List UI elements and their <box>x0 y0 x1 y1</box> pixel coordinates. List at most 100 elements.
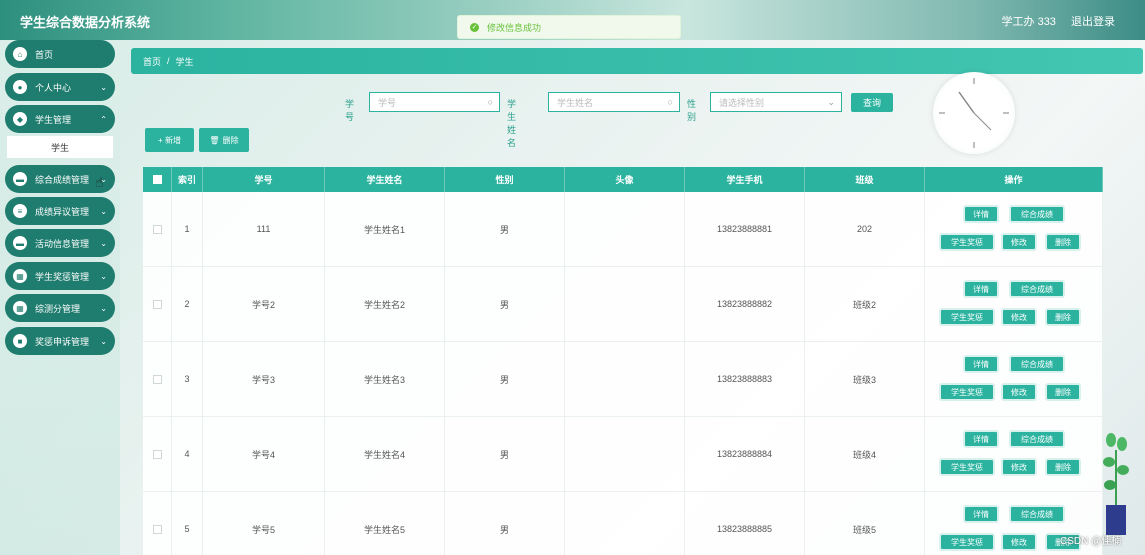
reward-button[interactable]: 学生奖惩 <box>939 458 995 476</box>
box-icon: ■ <box>13 334 27 348</box>
row-delete-button[interactable]: 删除 <box>1045 233 1081 251</box>
cell-index: 3 <box>172 342 203 417</box>
detail-button[interactable]: 详情 <box>963 430 999 448</box>
sidebar-item-label: 学生管理 <box>35 114 72 125</box>
location-icon: ◆ <box>13 112 27 126</box>
watermark: CSDN @佳楠 <box>1060 536 1122 547</box>
sidebar-item-label: 学生奖惩管理 <box>35 271 90 282</box>
student-name-placeholder: 学生姓名 <box>557 97 594 108</box>
edit-button[interactable]: 修改 <box>1001 533 1037 551</box>
query-button[interactable]: 查询 <box>851 93 893 112</box>
edit-button[interactable]: 修改 <box>1001 458 1037 476</box>
score-button[interactable]: 综合成绩 <box>1009 505 1065 523</box>
sidebar-item-students[interactable]: ◆ 学生管理 ⌃ <box>5 105 115 133</box>
user-area: 学工办 333 退出登录 <box>990 13 1115 29</box>
student-name-input[interactable]: 学生姓名 ○ <box>548 92 680 112</box>
chevron-down-icon: ⌄ <box>100 82 107 92</box>
gender-placeholder: 请选择性别 <box>719 97 765 108</box>
chevron-up-icon: ⌃ <box>100 114 107 124</box>
doc-icon: ▬ <box>13 172 27 186</box>
detail-button[interactable]: 详情 <box>963 205 999 223</box>
breadcrumb-home[interactable]: 首页 <box>143 55 161 68</box>
column-header-avatar: 头像 <box>565 167 685 192</box>
sidebar-item-label: 综合成绩管理 <box>35 174 90 185</box>
cell-actions: 详情 综合成绩 学生奖惩 修改 删除 <box>925 417 1103 492</box>
student-no-input[interactable]: 学号 ○ <box>369 92 500 112</box>
reward-button[interactable]: 学生奖惩 <box>939 308 995 326</box>
edit-button[interactable]: 修改 <box>1001 233 1037 251</box>
cell-phone: 13823888881 <box>685 192 805 267</box>
sidebar-item-home[interactable]: ⌂ 首页 <box>5 40 115 68</box>
sidebar-item-rewards[interactable]: ▦ 学生奖惩管理 ⌄ <box>5 262 115 290</box>
detail-button[interactable]: 详情 <box>963 505 999 523</box>
header-select-all[interactable] <box>143 167 172 192</box>
chevron-down-icon: ⌄ <box>100 336 107 346</box>
logout-link[interactable]: 退出登录 <box>1071 16 1115 28</box>
cell-avatar <box>565 342 685 417</box>
edit-button[interactable]: 修改 <box>1001 308 1037 326</box>
success-toast: ✓ 修改信息成功 <box>457 15 681 39</box>
cell-student-no: 学号4 <box>203 417 325 492</box>
row-checkbox-cell <box>143 417 172 492</box>
delete-button[interactable]: 🗑 删除 <box>199 128 249 152</box>
cell-student-no: 学号3 <box>203 342 325 417</box>
gender-select[interactable]: 请选择性别 ⌄ <box>710 92 842 112</box>
column-header-phone: 学生手机 <box>685 167 805 192</box>
row-checkbox[interactable] <box>152 449 162 459</box>
column-header-class: 班级 <box>805 167 925 192</box>
score-button[interactable]: 综合成绩 <box>1009 355 1065 373</box>
column-header-name: 学生姓名 <box>325 167 445 192</box>
row-delete-button[interactable]: 删除 <box>1045 383 1081 401</box>
score-button[interactable]: 综合成绩 <box>1009 430 1065 448</box>
detail-button[interactable]: 详情 <box>963 280 999 298</box>
cell-gender: 男 <box>445 492 565 555</box>
row-checkbox-cell <box>143 267 172 342</box>
sidebar-subitem-student[interactable]: 学生 <box>7 136 113 158</box>
chevron-down-icon: ⌄ <box>100 303 107 313</box>
sidebar-item-profile[interactable]: ● 个人中心 ⌄ <box>5 73 115 101</box>
sidebar-item-label: 综测分管理 <box>35 303 81 314</box>
row-checkbox[interactable] <box>152 524 162 534</box>
score-button[interactable]: 综合成绩 <box>1009 280 1065 298</box>
sidebar-item-activities[interactable]: ▬ 活动信息管理 ⌄ <box>5 229 115 257</box>
score-button[interactable]: 综合成绩 <box>1009 205 1065 223</box>
detail-button[interactable]: 详情 <box>963 355 999 373</box>
cell-student-no: 111 <box>203 192 325 267</box>
cell-name: 学生姓名1 <box>325 192 445 267</box>
mouse-cursor-icon: ☝ <box>95 174 104 190</box>
reward-button[interactable]: 学生奖惩 <box>939 533 995 551</box>
sidebar-item-appeals[interactable]: ■ 奖惩申诉管理 ⌄ <box>5 327 115 355</box>
sidebar-item-label: 成绩异议管理 <box>35 206 90 217</box>
row-checkbox[interactable] <box>152 299 162 309</box>
row-delete-button[interactable]: 删除 <box>1045 458 1081 476</box>
student-no-label: 学号 <box>345 99 355 122</box>
cell-phone: 13823888885 <box>685 492 805 555</box>
row-checkbox[interactable] <box>152 224 162 234</box>
cell-name: 学生姓名2 <box>325 267 445 342</box>
gender-label: 性别 <box>687 99 697 122</box>
cell-phone: 13823888883 <box>685 342 805 417</box>
reward-button[interactable]: 学生奖惩 <box>939 233 995 251</box>
row-checkbox[interactable] <box>152 374 162 384</box>
sidebar-item-evaluation[interactable]: ▦ 综测分管理 ⌄ <box>5 294 115 322</box>
select-all-checkbox[interactable] <box>152 175 162 184</box>
cell-index: 5 <box>172 492 203 555</box>
cell-avatar <box>565 417 685 492</box>
cell-gender: 男 <box>445 192 565 267</box>
cell-gender: 男 <box>445 417 565 492</box>
app-title: 学生综合数据分析系统 <box>20 15 151 30</box>
user-name: 学工办 333 <box>1001 16 1056 28</box>
row-delete-button[interactable]: 删除 <box>1045 308 1081 326</box>
cell-actions: 详情 综合成绩 学生奖惩 修改 删除 <box>925 267 1103 342</box>
add-button[interactable]: + 新增 <box>145 128 194 152</box>
breadcrumb: 首页 / 学生 <box>131 48 1143 74</box>
cell-index: 2 <box>172 267 203 342</box>
reward-button[interactable]: 学生奖惩 <box>939 383 995 401</box>
student-no-placeholder: 学号 <box>378 97 397 108</box>
row-checkbox-cell <box>143 192 172 267</box>
edit-button[interactable]: 修改 <box>1001 383 1037 401</box>
sidebar-item-label: 首页 <box>35 49 54 60</box>
sidebar-item-objections[interactable]: ≡ 成绩异议管理 ⌄ <box>5 197 115 225</box>
cell-index: 1 <box>172 192 203 267</box>
cell-phone: 13823888882 <box>685 267 805 342</box>
